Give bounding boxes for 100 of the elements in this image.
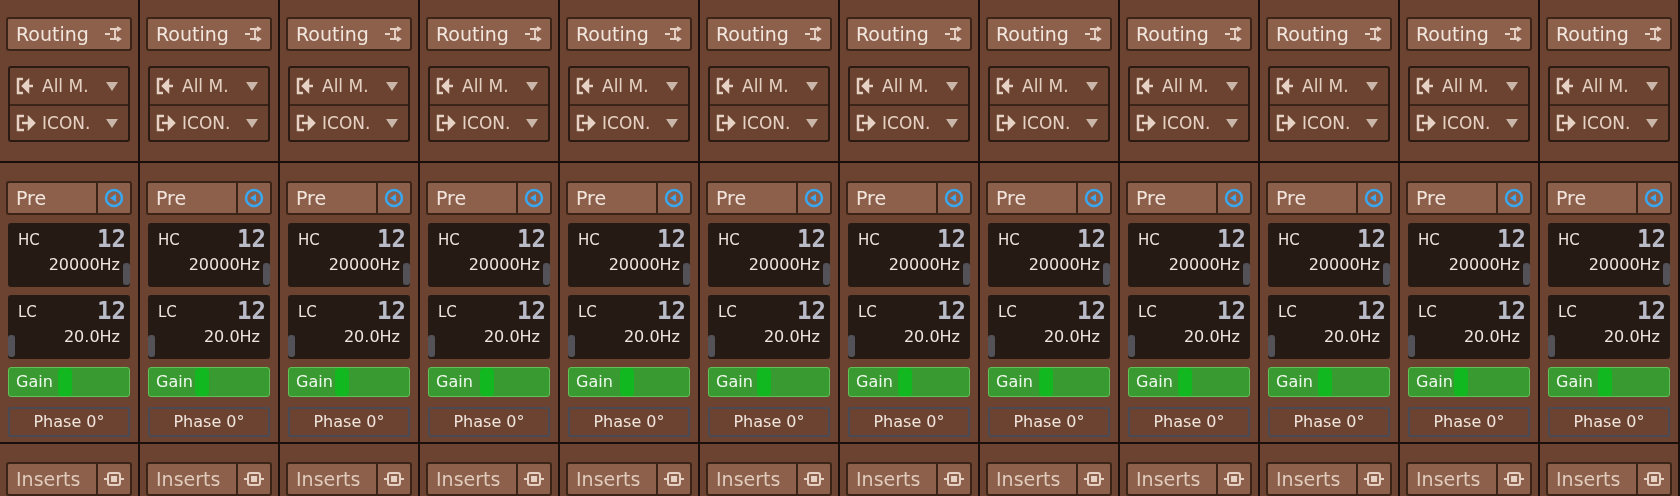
pre-button[interactable]: Pre [846,180,936,215]
input-dropdown[interactable]: All M. [990,68,1108,104]
filter-panel[interactable]: HC 12 20000Hz [1128,222,1250,287]
filter-panel[interactable]: HC 12 20000Hz [708,222,830,287]
phase-button[interactable]: Phase 0° [1128,406,1250,437]
inserts-button[interactable]: Inserts [566,462,656,496]
filter-panel[interactable]: LC 12 20.0Hz [848,294,970,359]
routing-button[interactable]: Routing [706,17,832,51]
gain-slider[interactable]: Gain [148,366,270,397]
input-dropdown[interactable]: All M. [1270,68,1388,104]
phase-button[interactable]: Phase 0° [288,406,410,437]
inserts-button[interactable]: Inserts [1126,462,1216,496]
output-dropdown[interactable]: ICON. [570,104,688,140]
phase-button[interactable]: Phase 0° [8,406,130,437]
pre-button[interactable]: Pre [566,180,656,215]
output-dropdown[interactable]: ICON. [290,104,408,140]
filter-panel[interactable]: HC 12 20000Hz [1408,222,1530,287]
routing-button[interactable]: Routing [1546,17,1672,51]
input-dropdown[interactable]: All M. [1550,68,1668,104]
phase-button[interactable]: Phase 0° [988,406,1110,437]
inserts-button[interactable]: Inserts [1546,462,1636,496]
phase-button[interactable]: Phase 0° [428,406,550,437]
gain-slider[interactable]: Gain [1408,366,1530,397]
gain-slider[interactable]: Gain [288,366,410,397]
filter-panel[interactable]: HC 12 20000Hz [1268,222,1390,287]
input-dropdown[interactable]: All M. [150,68,268,104]
filter-panel[interactable]: LC 12 20.0Hz [568,294,690,359]
output-dropdown[interactable]: ICON. [850,104,968,140]
phase-button[interactable]: Phase 0° [848,406,970,437]
output-dropdown[interactable]: ICON. [10,104,128,140]
output-dropdown[interactable]: ICON. [1130,104,1248,140]
routing-button[interactable]: Routing [6,17,132,51]
output-dropdown[interactable]: ICON. [430,104,548,140]
filter-panel[interactable]: HC 12 20000Hz [428,222,550,287]
gain-slider[interactable]: Gain [8,366,130,397]
routing-button[interactable]: Routing [1126,17,1252,51]
output-dropdown[interactable]: ICON. [1270,104,1388,140]
output-dropdown[interactable]: ICON. [710,104,828,140]
gain-slider[interactable]: Gain [708,366,830,397]
inserts-button[interactable]: Inserts [146,462,236,496]
inserts-button[interactable]: Inserts [1406,462,1496,496]
output-dropdown[interactable]: ICON. [1410,104,1528,140]
gain-slider[interactable]: Gain [568,366,690,397]
routing-button[interactable]: Routing [286,17,412,51]
routing-button[interactable]: Routing [1266,17,1392,51]
input-dropdown[interactable]: All M. [10,68,128,104]
phase-button[interactable]: Phase 0° [148,406,270,437]
gain-slider[interactable]: Gain [1128,366,1250,397]
filter-panel[interactable]: LC 12 20.0Hz [288,294,410,359]
inserts-button[interactable]: Inserts [6,462,96,496]
input-dropdown[interactable]: All M. [710,68,828,104]
filter-panel[interactable]: HC 12 20000Hz [148,222,270,287]
routing-button[interactable]: Routing [146,17,272,51]
filter-panel[interactable]: LC 12 20.0Hz [708,294,830,359]
filter-panel[interactable]: LC 12 20.0Hz [148,294,270,359]
filter-panel[interactable]: HC 12 20000Hz [1548,222,1670,287]
gain-slider[interactable]: Gain [848,366,970,397]
phase-button[interactable]: Phase 0° [708,406,830,437]
filter-panel[interactable]: LC 12 20.0Hz [988,294,1110,359]
input-dropdown[interactable]: All M. [290,68,408,104]
phase-button[interactable]: Phase 0° [1548,406,1670,437]
gain-slider[interactable]: Gain [1548,366,1670,397]
gain-slider[interactable]: Gain [428,366,550,397]
filter-panel[interactable]: HC 12 20000Hz [848,222,970,287]
output-dropdown[interactable]: ICON. [990,104,1108,140]
phase-button[interactable]: Phase 0° [1408,406,1530,437]
input-dropdown[interactable]: All M. [430,68,548,104]
filter-panel[interactable]: LC 12 20.0Hz [1408,294,1530,359]
input-dropdown[interactable]: All M. [1410,68,1528,104]
inserts-button[interactable]: Inserts [986,462,1076,496]
filter-panel[interactable]: LC 12 20.0Hz [428,294,550,359]
gain-slider[interactable]: Gain [988,366,1110,397]
pre-button[interactable]: Pre [1126,180,1216,215]
pre-button[interactable]: Pre [986,180,1076,215]
inserts-button[interactable]: Inserts [426,462,516,496]
pre-button[interactable]: Pre [6,180,96,215]
pre-button[interactable]: Pre [706,180,796,215]
pre-button[interactable]: Pre [1546,180,1636,215]
output-dropdown[interactable]: ICON. [150,104,268,140]
filter-panel[interactable]: HC 12 20000Hz [8,222,130,287]
filter-panel[interactable]: LC 12 20.0Hz [1128,294,1250,359]
routing-button[interactable]: Routing [846,17,972,51]
pre-button[interactable]: Pre [286,180,376,215]
filter-panel[interactable]: LC 12 20.0Hz [1268,294,1390,359]
routing-button[interactable]: Routing [986,17,1112,51]
routing-button[interactable]: Routing [1406,17,1532,51]
routing-button[interactable]: Routing [426,17,552,51]
gain-slider[interactable]: Gain [1268,366,1390,397]
inserts-button[interactable]: Inserts [846,462,936,496]
filter-panel[interactable]: HC 12 20000Hz [288,222,410,287]
input-dropdown[interactable]: All M. [850,68,968,104]
routing-button[interactable]: Routing [566,17,692,51]
pre-button[interactable]: Pre [1406,180,1496,215]
inserts-button[interactable]: Inserts [286,462,376,496]
pre-button[interactable]: Pre [146,180,236,215]
filter-panel[interactable]: LC 12 20.0Hz [1548,294,1670,359]
filter-panel[interactable]: HC 12 20000Hz [568,222,690,287]
input-dropdown[interactable]: All M. [1130,68,1248,104]
inserts-button[interactable]: Inserts [1266,462,1356,496]
output-dropdown[interactable]: ICON. [1550,104,1668,140]
